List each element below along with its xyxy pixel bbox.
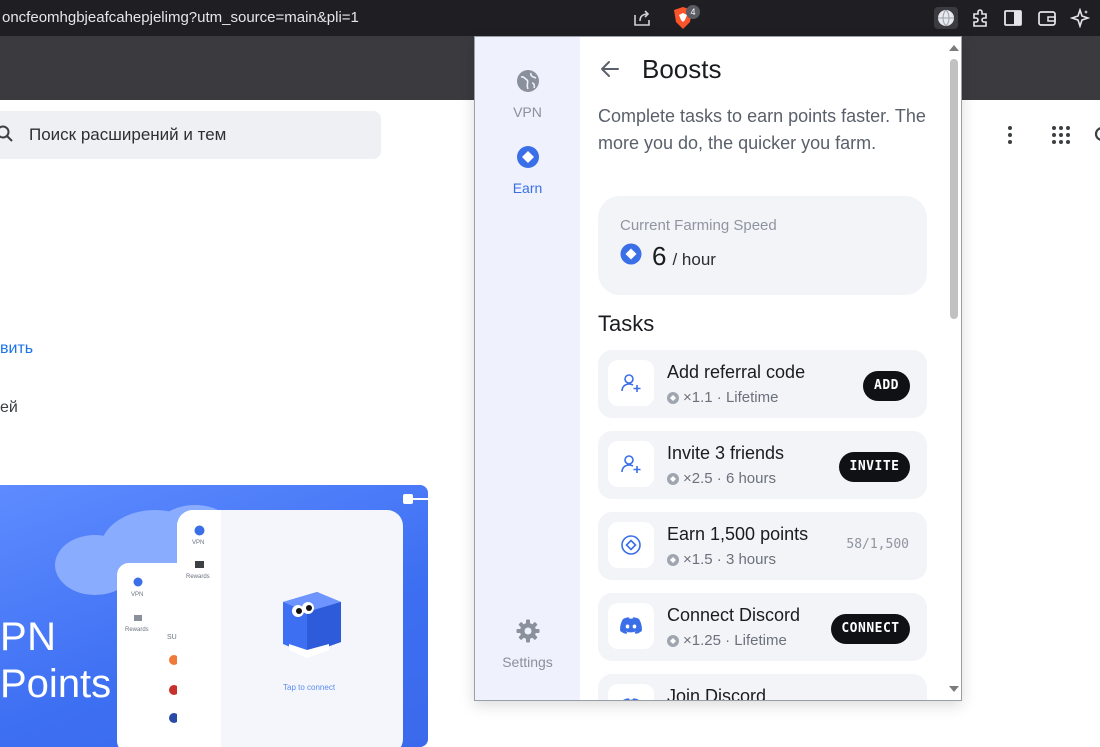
sparkle-icon[interactable] <box>1068 7 1092 29</box>
sidebar-icon[interactable] <box>1001 7 1025 29</box>
scroll-up-arrow[interactable] <box>949 45 959 51</box>
sidebar-settings-label: Settings <box>502 654 553 670</box>
mock-vpn-label: VPN <box>131 592 144 598</box>
farming-speed-value: 6 / hour <box>620 241 716 272</box>
task-meta-text: ×1.5 · 3 hours <box>683 551 776 568</box>
task-meta-text: ×1.25 · Lifetime <box>683 632 787 649</box>
task-meta: ×1.5 · 3 hours <box>667 551 776 568</box>
more-vert-icon[interactable] <box>1003 124 1017 146</box>
sidebar-item-settings[interactable]: Settings <box>475 619 580 670</box>
page-title: Boosts <box>642 54 722 84</box>
task-row-join-discord: Join Discord <box>598 674 927 701</box>
gear-icon <box>516 619 539 643</box>
mock-vpn-label: VPN <box>192 540 205 546</box>
sidebar-item-earn[interactable]: Earn <box>475 145 580 196</box>
task-name: Earn 1,500 points <box>667 524 809 544</box>
gem-icon <box>620 243 642 265</box>
mock-su-label: SU <box>167 634 177 641</box>
brave-badge-count: 4 <box>686 5 700 19</box>
popup-scrollbar[interactable] <box>946 37 961 700</box>
task-meta-text: ×2.5 · 6 hours <box>683 470 776 487</box>
search-placeholder: Поиск расширений и тем <box>29 125 227 144</box>
farming-speed-unit: / hour <box>672 250 716 269</box>
promo-title-line2: Points <box>0 662 112 706</box>
connect-button[interactable]: CONNECT <box>831 614 910 644</box>
task-name: Connect Discord <box>667 605 801 625</box>
discord-icon <box>608 603 654 649</box>
gem-icon <box>667 391 679 404</box>
task-row-referral: Add referral code ×1.1 · Lifetime ADD <box>598 350 927 418</box>
apps-grid-icon[interactable] <box>1051 125 1071 145</box>
share-icon[interactable] <box>632 9 652 27</box>
globe-icon <box>194 525 205 536</box>
task-name: Add referral code <box>667 362 806 382</box>
gem-icon <box>667 634 679 647</box>
promo-title-line1: PN <box>0 615 57 659</box>
sidebar-earn-label: Earn <box>512 180 543 196</box>
gem-icon <box>667 553 679 566</box>
cube-mascot-icon <box>283 592 341 658</box>
search-icon <box>0 125 13 142</box>
sidebar-vpn-label: VPN <box>513 104 542 120</box>
store-link[interactable]: вить <box>0 340 33 358</box>
browser-address-bar: oncfeomhgbjeafcahepjelimg?utm_source=mai… <box>0 0 1100 36</box>
page-description: Complete tasks to earn points faster. Th… <box>598 106 926 153</box>
gem-icon <box>516 146 539 168</box>
target-gem-icon <box>608 522 654 568</box>
add-button[interactable]: ADD <box>863 371 910 401</box>
gift-icon <box>195 561 204 568</box>
discord-icon <box>608 684 654 700</box>
scroll-down-arrow[interactable] <box>949 686 959 692</box>
slider-track <box>413 498 428 500</box>
globe-icon[interactable] <box>934 7 958 29</box>
store-text: ей <box>0 399 18 416</box>
user-plus-icon <box>608 441 654 487</box>
url-text[interactable]: oncfeomhgbjeafcahepjelimg?utm_source=mai… <box>0 0 626 36</box>
wallet-icon[interactable] <box>1035 7 1059 29</box>
mock-rewards-label: Rewards <box>125 627 149 633</box>
slider-handle[interactable] <box>403 494 413 504</box>
mock-sidebar: VPN Rewards <box>177 510 221 747</box>
user-plus-icon <box>608 360 654 406</box>
task-name: Join Discord <box>667 686 767 701</box>
farming-speed-label: Current Farming Speed <box>620 217 777 234</box>
globe-icon <box>133 577 143 587</box>
gift-icon <box>134 615 142 621</box>
task-meta: ×1.1 · Lifetime <box>667 389 778 406</box>
task-name: Invite 3 friends <box>667 443 785 463</box>
scroll-thumb[interactable] <box>950 59 958 319</box>
invite-button[interactable]: INVITE <box>839 452 910 482</box>
task-meta-text: ×1.1 · Lifetime <box>683 389 779 406</box>
popup-sidebar: VPN Earn Settings <box>475 37 580 700</box>
task-row-invite: Invite 3 friends ×2.5 · 6 hours INVITE <box>598 431 927 499</box>
task-row-earn-points: Earn 1,500 points ×1.5 · 3 hours 58/1,50… <box>598 512 927 580</box>
popup-main: Boosts Complete tasks to earn points fas… <box>580 37 950 701</box>
farming-speed-card: Current Farming Speed 6 / hour <box>598 196 927 295</box>
sidebar-item-vpn[interactable]: VPN <box>475 69 580 120</box>
puzzle-icon[interactable] <box>968 7 992 29</box>
mock-tap-to-connect: Tap to connect <box>283 683 336 692</box>
task-meta: ×1.25 · Lifetime <box>667 632 787 649</box>
extension-popup: VPN Earn Settings Boosts Complete tasks … <box>474 36 962 701</box>
task-meta: ×2.5 · 6 hours <box>667 470 776 487</box>
back-arrow-icon[interactable] <box>598 57 622 81</box>
task-row-connect-discord: Connect Discord ×1.25 · Lifetime CONNECT <box>598 593 927 661</box>
farming-speed-number: 6 <box>652 241 667 271</box>
globe-icon <box>516 70 539 92</box>
gem-icon <box>667 472 679 485</box>
gear-icon[interactable] <box>1094 124 1100 144</box>
mock-rewards-label: Rewards <box>186 574 210 580</box>
task-progress: 58/1,500 <box>846 537 909 552</box>
tasks-heading: Tasks <box>598 311 655 336</box>
